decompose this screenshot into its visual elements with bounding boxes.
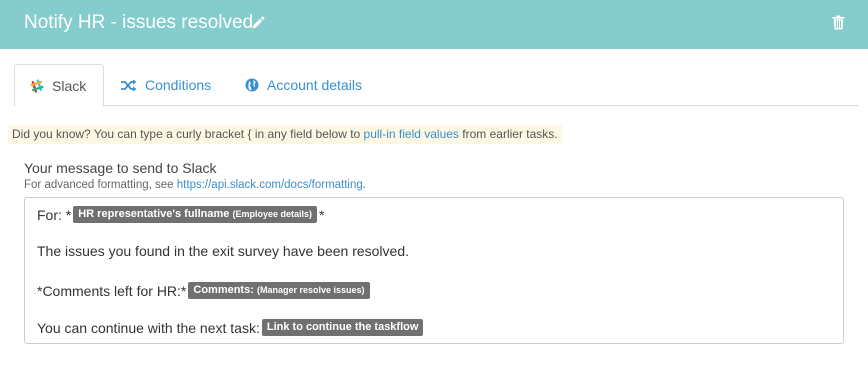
line1-prefix: For: * bbox=[37, 206, 72, 223]
field-pill-taskflow-link[interactable]: Link to continue the taskflow bbox=[261, 319, 424, 336]
formatting-help-prefix: For advanced formatting, see bbox=[24, 179, 177, 191]
task-title: Notify HR - issues resolved bbox=[24, 12, 254, 33]
tab-conditions-label: Conditions bbox=[145, 77, 212, 93]
slack-icon bbox=[30, 78, 44, 93]
line4-prefix: You can continue with the next task: bbox=[37, 319, 260, 336]
tab-slack[interactable]: Slack bbox=[14, 64, 104, 107]
hint-suffix: from earlier tasks. bbox=[458, 127, 558, 141]
globe-icon bbox=[245, 78, 259, 92]
editor-line-recipient: For: * HR representative's fullname (Emp… bbox=[37, 206, 324, 223]
pull-in-field-values-link[interactable]: pull-in field values bbox=[364, 127, 459, 141]
editor-line-body: The issues you found in the exit survey … bbox=[37, 243, 409, 259]
shuffle-icon bbox=[121, 79, 137, 92]
editor-line-comments: *Comments left for HR:* Comments: (Manag… bbox=[37, 282, 372, 299]
formatting-help-suffix: . bbox=[362, 179, 366, 191]
pill-source: (Manager resolve issues) bbox=[256, 285, 365, 295]
field-pill-comments[interactable]: Comments: (Manager resolve issues) bbox=[188, 282, 370, 299]
slack-message-editor[interactable]: For: * HR representative's fullname (Emp… bbox=[24, 197, 844, 344]
editor-line-continue: You can continue with the next task: Lin… bbox=[37, 319, 425, 336]
formatting-help: For advanced formatting, see https://api… bbox=[24, 179, 366, 191]
tab-account-details-label: Account details bbox=[267, 77, 362, 93]
tab-account-details[interactable]: Account details bbox=[245, 64, 362, 106]
tab-conditions[interactable]: Conditions bbox=[121, 64, 211, 106]
task-header: Notify HR - issues resolved bbox=[0, 0, 868, 49]
pill-source: (Employee details) bbox=[232, 209, 312, 219]
field-pill-hr-fullname[interactable]: HR representative's fullname (Employee d… bbox=[73, 206, 317, 223]
pill-label: Comments: bbox=[193, 284, 254, 296]
line1-suffix: * bbox=[319, 206, 325, 223]
trash-icon[interactable] bbox=[832, 15, 845, 30]
line3-prefix: *Comments left for HR:* bbox=[37, 282, 187, 299]
hint-prefix: Did you know? You can type a curly brack… bbox=[12, 127, 364, 141]
tab-slack-label: Slack bbox=[52, 77, 87, 94]
pill-label: HR representative's fullname bbox=[78, 208, 230, 220]
message-label: Your message to send to Slack bbox=[24, 160, 217, 176]
line2-text: The issues you found in the exit survey … bbox=[37, 243, 409, 259]
field-values-hint: Did you know? You can type a curly brack… bbox=[8, 125, 562, 144]
pencil-icon[interactable] bbox=[251, 15, 266, 30]
slack-formatting-link[interactable]: https://api.slack.com/docs/formatting bbox=[177, 179, 363, 191]
tab-bar: Slack Conditions Account details bbox=[14, 64, 859, 107]
